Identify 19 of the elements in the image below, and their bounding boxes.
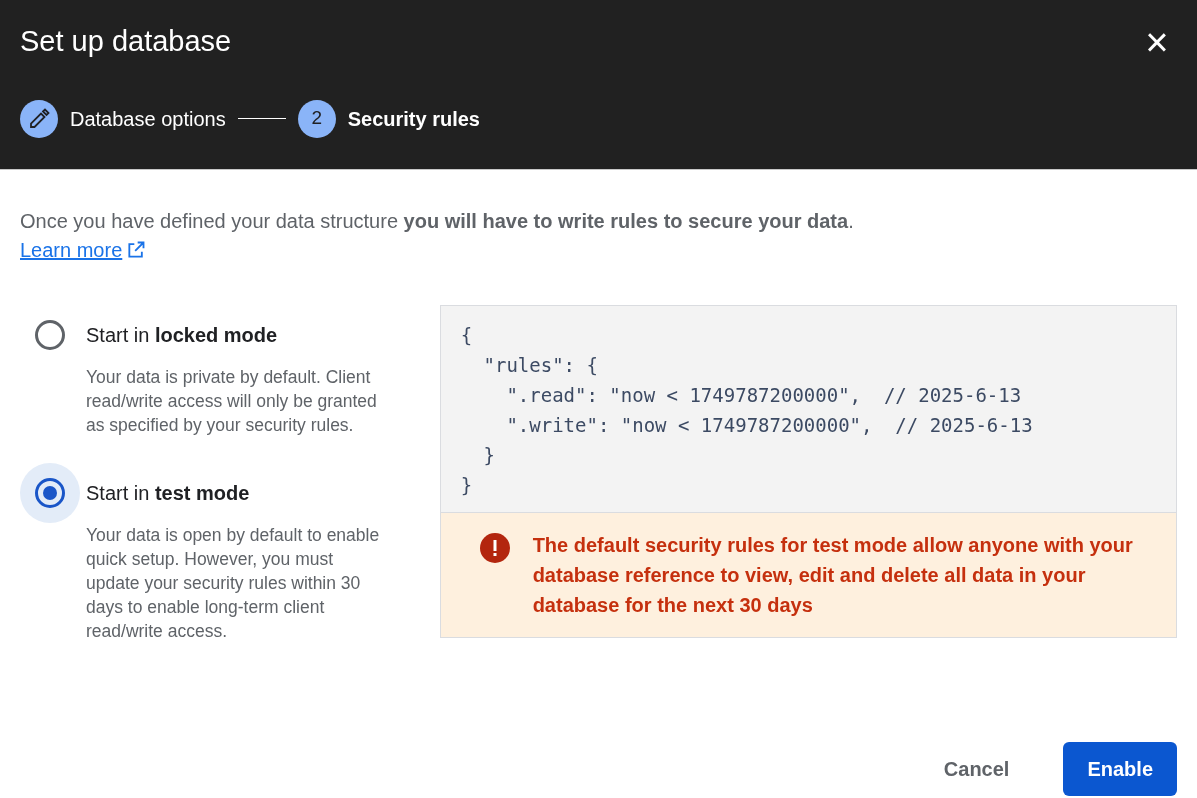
close-button[interactable]: × [1137,21,1177,62]
option-description: Your data is private by default. Client read/write access will only be granted as specified by your security rules. [86,366,378,437]
enable-button[interactable]: Enable [1063,742,1177,796]
cancel-button[interactable]: Cancel [919,742,1034,796]
option-title: Start in locked mode [86,323,278,348]
radio-button[interactable] [20,463,80,523]
learn-more-link[interactable]: Learn more [20,235,147,265]
code-block: { "rules": { ".read": "now < 1749787200000", // 2025-6-13 ".write": "now < 1749787200000", // 2025-6-13 } } [439,305,1177,513]
pencil-icon [20,99,58,138]
dialog-title: Set up database [20,24,232,59]
intro-text: Once you have defined your data structure you will have to write rules to secure your data. [20,209,855,234]
step-label: Security rules [347,106,480,132]
step-label: Database options [70,106,226,132]
option-description: Your data is open by default to enable quick setup. However, you must update your security rules within 30 days to enable long-term client read/write access. [86,524,381,643]
external-link-icon [126,240,147,260]
error-icon [478,532,511,564]
option-title: Start in test mode [86,481,250,506]
step-number: 2 [297,99,336,138]
warning-text: The default security rules for test mode allow anyone with your database reference to view, edit and delete all data in your database for the next 30 days [532,533,1134,618]
